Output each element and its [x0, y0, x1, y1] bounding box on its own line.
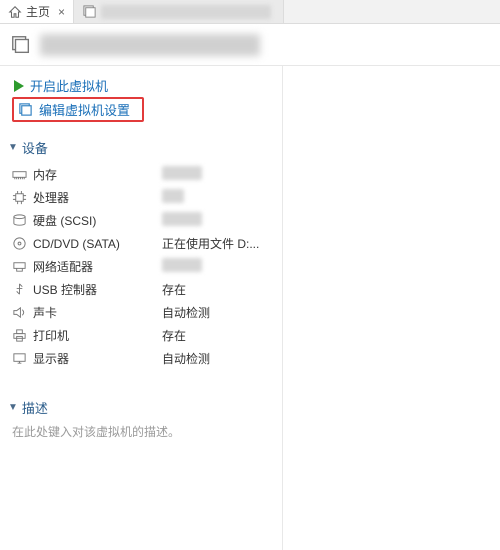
device-value: 自动检测	[162, 352, 210, 366]
display-icon	[12, 351, 27, 366]
device-value: 存在	[162, 283, 186, 297]
edit-settings-icon	[18, 102, 33, 117]
tab-vm-label-blurred	[101, 5, 271, 19]
chevron-down-icon: ▼	[8, 402, 18, 413]
cd-icon	[12, 236, 27, 251]
device-value: 存在	[162, 329, 186, 343]
cpu-icon	[12, 190, 27, 205]
device-value: 正在使用文件 D:...	[162, 237, 259, 251]
device-list: 内存 处理器 硬盘 (SCSI)	[12, 163, 278, 370]
power-on-vm-link[interactable]: 开启此虚拟机	[12, 74, 278, 97]
title-bar	[0, 24, 500, 66]
device-row-cd[interactable]: CD/DVD (SATA) 正在使用文件 D:...	[12, 232, 278, 255]
device-row-display[interactable]: 显示器 自动检测	[12, 347, 278, 370]
description-section-header[interactable]: ▼ 描述	[8, 398, 278, 417]
device-value-blurred	[162, 212, 202, 226]
home-icon	[8, 5, 22, 19]
tab-bar: 主页 ×	[0, 0, 500, 24]
usb-icon	[12, 282, 27, 297]
device-name: 内存	[33, 166, 57, 183]
tab-home[interactable]: 主页 ×	[0, 0, 74, 23]
device-row-nic[interactable]: 网络适配器	[12, 255, 278, 278]
device-name: 声卡	[33, 304, 57, 321]
device-row-cpu[interactable]: 处理器	[12, 186, 278, 209]
device-name: 处理器	[33, 189, 69, 206]
close-icon[interactable]: ×	[58, 5, 65, 19]
device-value-blurred	[162, 189, 184, 203]
description-placeholder[interactable]: 在此处键入对该虚拟机的描述。	[12, 423, 278, 440]
device-row-sound[interactable]: 声卡 自动检测	[12, 301, 278, 324]
nic-icon	[12, 259, 27, 274]
vm-icon	[10, 34, 32, 56]
chevron-down-icon: ▼	[8, 142, 18, 153]
vm-title-blurred	[40, 34, 260, 56]
edit-vm-settings-link[interactable]: 编辑虚拟机设置	[12, 97, 144, 122]
devices-section-header[interactable]: ▼ 设备	[8, 138, 278, 157]
device-row-printer[interactable]: 打印机 存在	[12, 324, 278, 347]
device-row-memory[interactable]: 内存	[12, 163, 278, 186]
device-name: 网络适配器	[33, 258, 93, 275]
play-icon	[14, 80, 24, 92]
tab-home-label: 主页	[26, 3, 50, 20]
tab-vm[interactable]	[74, 0, 284, 23]
summary-panel: 开启此虚拟机 编辑虚拟机设置 ▼ 设备 内存	[0, 66, 283, 550]
device-name: USB 控制器	[33, 281, 97, 298]
power-on-label: 开启此虚拟机	[30, 76, 108, 95]
device-name: 硬盘 (SCSI)	[33, 212, 96, 229]
right-pane	[283, 66, 500, 550]
memory-icon	[12, 167, 27, 182]
edit-settings-label: 编辑虚拟机设置	[39, 100, 130, 119]
description-header-label: 描述	[22, 398, 48, 417]
device-name: 打印机	[33, 327, 69, 344]
vm-tab-icon	[82, 4, 97, 19]
hdd-icon	[12, 213, 27, 228]
device-value: 自动检测	[162, 306, 210, 320]
printer-icon	[12, 328, 27, 343]
device-row-hdd[interactable]: 硬盘 (SCSI)	[12, 209, 278, 232]
devices-header-label: 设备	[22, 138, 48, 157]
device-value-blurred	[162, 258, 202, 272]
device-row-usb[interactable]: USB 控制器 存在	[12, 278, 278, 301]
device-name: CD/DVD (SATA)	[33, 237, 120, 251]
sound-icon	[12, 305, 27, 320]
device-value-blurred	[162, 166, 202, 180]
device-name: 显示器	[33, 350, 69, 367]
